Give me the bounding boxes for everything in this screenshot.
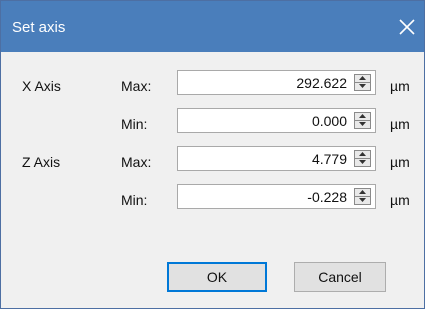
x-max-increment-button[interactable] — [355, 75, 370, 83]
z-max-decrement-button[interactable] — [355, 159, 370, 166]
x-min-decrement-button[interactable] — [355, 121, 370, 128]
dialog-body: X Axis Max: 292.622 µm Min: 0.000 µm Z A… — [1, 52, 424, 308]
dialog-title: Set axis — [12, 19, 66, 36]
arrow-up-icon — [359, 190, 366, 194]
arrow-up-icon — [359, 114, 366, 118]
z-min-decrement-button[interactable] — [355, 197, 370, 204]
x-max-unit: µm — [390, 78, 410, 94]
arrow-down-icon — [359, 160, 366, 164]
x-max-spinner[interactable] — [354, 74, 371, 91]
z-min-spinner[interactable] — [354, 188, 371, 205]
close-button[interactable] — [392, 12, 422, 42]
z-min-unit: µm — [390, 192, 410, 208]
close-icon — [399, 19, 415, 35]
title-bar: Set axis — [1, 1, 424, 52]
z-min-value[interactable]: -0.228 — [307, 189, 347, 205]
z-min-label: Min: — [121, 192, 148, 208]
set-axis-dialog: Set axis X Axis Max: 292.622 µm Min: 0.0… — [0, 0, 425, 309]
arrow-down-icon — [359, 122, 366, 126]
z-min-increment-button[interactable] — [355, 189, 370, 197]
z-min-spinbox[interactable]: -0.228 — [177, 184, 376, 209]
x-min-value[interactable]: 0.000 — [312, 113, 347, 129]
z-max-spinbox[interactable]: 4.779 — [177, 146, 376, 171]
cancel-button[interactable]: Cancel — [294, 262, 386, 292]
arrow-down-icon — [359, 84, 366, 88]
x-min-spinner[interactable] — [354, 112, 371, 129]
x-max-value[interactable]: 292.622 — [296, 75, 347, 91]
x-max-spinbox[interactable]: 292.622 — [177, 70, 376, 95]
ok-button[interactable]: OK — [167, 262, 267, 292]
x-min-label: Min: — [121, 116, 148, 132]
z-max-increment-button[interactable] — [355, 151, 370, 159]
z-max-spinner[interactable] — [354, 150, 371, 167]
arrow-up-icon — [359, 152, 366, 156]
x-min-unit: µm — [390, 116, 410, 132]
z-axis-label: Z Axis — [22, 154, 61, 170]
x-max-decrement-button[interactable] — [355, 83, 370, 90]
arrow-up-icon — [359, 76, 366, 80]
x-min-increment-button[interactable] — [355, 113, 370, 121]
z-max-value[interactable]: 4.779 — [312, 151, 347, 167]
x-max-label: Max: — [121, 78, 152, 94]
z-max-unit: µm — [390, 154, 410, 170]
x-axis-label: X Axis — [22, 78, 61, 94]
z-max-label: Max: — [121, 154, 152, 170]
x-min-spinbox[interactable]: 0.000 — [177, 108, 376, 133]
arrow-down-icon — [359, 198, 366, 202]
